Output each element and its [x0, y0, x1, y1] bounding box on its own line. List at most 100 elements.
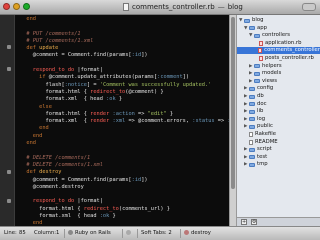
folder-icon [254, 64, 260, 69]
file-tree-item[interactable]: ▼ app [237, 25, 320, 32]
file-tree-item[interactable]: ▶ helpers [237, 63, 320, 70]
scrollbar-thumb[interactable] [231, 17, 235, 189]
code-line[interactable] [20, 191, 229, 198]
minimize-button[interactable] [13, 3, 20, 10]
file-tree-label: config [257, 85, 274, 92]
folder-icon [249, 94, 255, 99]
zoom-button[interactable] [23, 3, 30, 10]
code-line[interactable] [20, 60, 229, 67]
fold-marker-icon[interactable] [7, 199, 11, 203]
tab-size-selector[interactable]: Soft Tabs: 2 [141, 227, 172, 240]
code-editor[interactable]: end # PUT /comments/1 # PUT /comments/1.… [0, 15, 229, 226]
editor-scrollbar[interactable] [229, 15, 236, 226]
code-token: "edit" [147, 110, 167, 117]
folder-icon [249, 86, 255, 91]
code-token: |format| [77, 198, 103, 205]
code-token: => @comment.errors, [125, 118, 193, 125]
code-line[interactable]: format.xml { head :ok } [20, 96, 229, 103]
line-gutter[interactable] [0, 15, 15, 226]
fold-marker-icon[interactable] [7, 170, 11, 174]
drawer-toolbar: + ⚙ [237, 217, 320, 226]
line-number: 85 [19, 230, 26, 236]
file-tree-item[interactable]: ▶ log [237, 116, 320, 123]
file-tree-item[interactable]: README [237, 139, 320, 146]
file-tree-item[interactable]: ▶ doc [237, 101, 320, 108]
file-tree-item[interactable]: ▶ views [237, 78, 320, 85]
code-line[interactable]: def destroy [20, 169, 229, 176]
toolbar-toggle-button[interactable] [302, 3, 316, 11]
code-line[interactable] [20, 147, 229, 154]
language-selector[interactable]: Ruby on Rails [68, 227, 111, 240]
bundle-menu[interactable] [126, 227, 133, 240]
code-token: :xml [112, 118, 126, 125]
code-line[interactable] [20, 23, 229, 30]
code-line[interactable]: if @comment.update_attributes(params[:co… [20, 74, 229, 81]
title-file: comments_controller.rb [132, 3, 215, 11]
code-line[interactable]: respond_to do |format| [20, 67, 229, 74]
file-tree-item[interactable]: Rakefile [237, 131, 320, 138]
code-line[interactable]: format.html { redirect_to(@comment) } [20, 89, 229, 96]
drawer-action-button[interactable]: ⚙ [251, 219, 257, 225]
code-line[interactable]: format.html { render :action => "edit" } [20, 111, 229, 118]
fold-marker-icon[interactable] [7, 45, 11, 49]
code-line[interactable]: @comment = Comment.find(params[:id]) [20, 177, 229, 184]
file-tree-item[interactable]: ▶ db [237, 93, 320, 100]
symbol-selector[interactable]: destroy [184, 227, 211, 240]
code-token: # DELETE /comments/1.xml [20, 161, 103, 168]
file-tree-label: comments_controller [264, 47, 320, 54]
file-tree-item[interactable]: posts_controller.rb [237, 55, 320, 62]
code-line[interactable]: respond_to do |format| [20, 198, 229, 205]
code-line[interactable]: end [20, 133, 229, 140]
code-line[interactable]: else [20, 104, 229, 111]
file-tree-item[interactable]: ▶ config [237, 85, 320, 92]
code-line[interactable]: @comment = Comment.find(params[:id]) [20, 52, 229, 59]
close-button[interactable] [3, 3, 10, 10]
code-line[interactable]: format.xml { render :xml => @comment.err… [20, 118, 230, 125]
code-line[interactable]: format.html { redirect_to(comments_url) … [20, 206, 229, 213]
code-line[interactable]: end [20, 16, 229, 23]
file-tree-item[interactable]: ▶ test [237, 154, 320, 161]
file-tree-item[interactable]: ▶ lib [237, 108, 320, 115]
file-tree-label: blog [252, 17, 264, 23]
code-token: (comments_url) } [118, 205, 170, 212]
file-tree-item[interactable]: ▼ controllers [237, 32, 320, 39]
code-token: def [20, 169, 40, 176]
code-token: @comment = Comment.find(params[ [20, 52, 132, 59]
code-line[interactable]: format.xml { head :ok } [20, 213, 229, 220]
file-tree-item[interactable]: comments_controller [237, 47, 320, 55]
folder-icon [249, 124, 255, 129]
file-tree-item[interactable]: ▶ script [237, 146, 320, 153]
code-token: } [115, 96, 123, 103]
code-line[interactable]: end [20, 140, 229, 147]
code-token: else [20, 103, 52, 110]
code-token: render [90, 110, 113, 117]
code-token: format.xml { [20, 118, 91, 125]
code-line[interactable]: # DELETE /comments/1.xml [20, 162, 229, 169]
code-line[interactable]: # PUT /comments/1.xml [20, 38, 229, 45]
file-tree-item[interactable]: ▼ blog [237, 17, 320, 24]
file-tree-item[interactable]: ▶ tmp [237, 161, 320, 168]
file-tree-item[interactable]: application.rb [237, 40, 320, 47]
fold-marker-icon[interactable] [7, 67, 11, 71]
code-line[interactable]: end [20, 125, 229, 132]
file-tree-label: app [257, 24, 267, 31]
file-tree-item[interactable]: ▶ models [237, 70, 320, 77]
code-line[interactable]: flash[:notice] = 'Comment was successful… [20, 82, 229, 89]
folder-icon [249, 117, 255, 122]
code-token: :ok [106, 96, 116, 103]
file-tree-label: lib [257, 108, 264, 115]
code-token: format.html { [20, 205, 84, 212]
add-file-button[interactable]: + [241, 219, 247, 225]
code-token: ] = [86, 81, 100, 88]
file-tree-item[interactable]: ▶ public [237, 123, 320, 130]
line-label: Line: [4, 230, 17, 236]
language-icon [68, 230, 73, 235]
file-tree-label: script [257, 146, 272, 153]
code-line[interactable]: # DELETE /comments/1 [20, 155, 229, 162]
code-token: render [90, 118, 113, 125]
file-tree-label: models [262, 70, 282, 77]
code-line[interactable]: # PUT /comments/1 [20, 31, 229, 38]
code-text[interactable]: end # PUT /comments/1 # PUT /comments/1.… [20, 16, 229, 226]
code-line[interactable]: def update [20, 45, 229, 52]
code-line[interactable]: @comment.destroy [20, 184, 229, 191]
